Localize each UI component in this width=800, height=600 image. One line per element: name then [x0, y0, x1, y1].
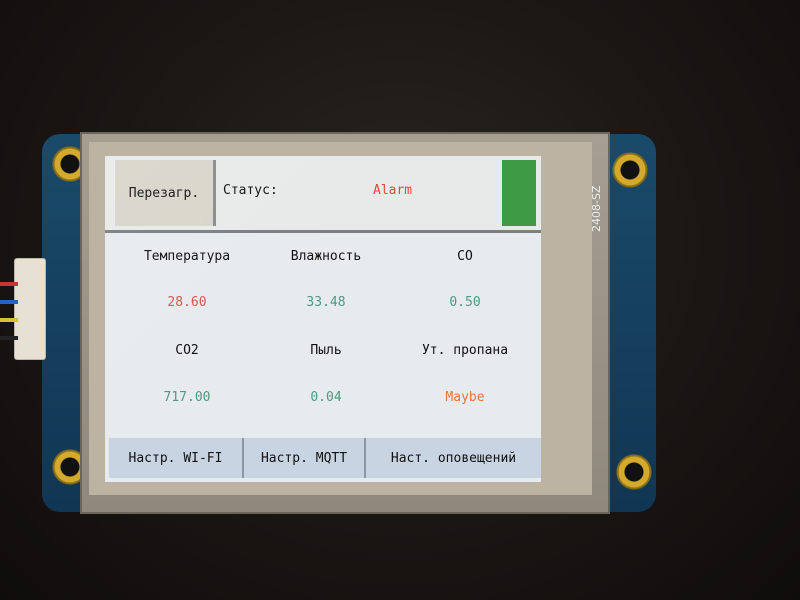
status-header: Перезагр. Статус: Alarm [105, 156, 541, 233]
status-value: Alarm [373, 183, 413, 198]
status-indicator [502, 160, 536, 226]
sensor-label-temperature: Температура [143, 249, 231, 264]
alerts-settings-button[interactable]: Наст. оповещений [366, 438, 541, 478]
sensor-label-dust: Пыль [310, 343, 342, 358]
sensor-label-propane-leak: Ут. пропана [421, 343, 509, 358]
ribbon-connector [14, 258, 46, 360]
sensor-label-co2: CO2 [175, 343, 199, 358]
status-label: Статус: [223, 183, 278, 198]
reboot-button[interactable]: Перезагр. [115, 160, 216, 226]
lcd-screen: Перезагр. Статус: Alarm Температура Влаж… [105, 156, 541, 482]
sensor-label-humidity: Влажность [290, 249, 362, 264]
wire-black [0, 336, 18, 340]
sensor-value-co2: 717.00 [163, 390, 211, 405]
wifi-settings-button[interactable]: Настр. WI-FI [109, 438, 244, 478]
wire-blue [0, 300, 18, 304]
wire-red [0, 282, 18, 286]
mount-hole-bottom-right [614, 452, 654, 492]
wire-yellow [0, 318, 18, 322]
sensor-value-co: 0.50 [449, 295, 481, 310]
sensor-value-dust: 0.04 [310, 390, 342, 405]
sensor-value-humidity: 33.48 [306, 295, 346, 310]
mount-hole-top-right [610, 150, 650, 190]
mqtt-settings-button[interactable]: Настр. MQTT [244, 438, 366, 478]
sensor-label-co: CO [457, 249, 473, 264]
sensor-value-propane-leak: Maybe [445, 390, 485, 405]
board-model-label: 2408-SZ [590, 185, 603, 232]
sensor-value-temperature: 28.60 [167, 295, 207, 310]
